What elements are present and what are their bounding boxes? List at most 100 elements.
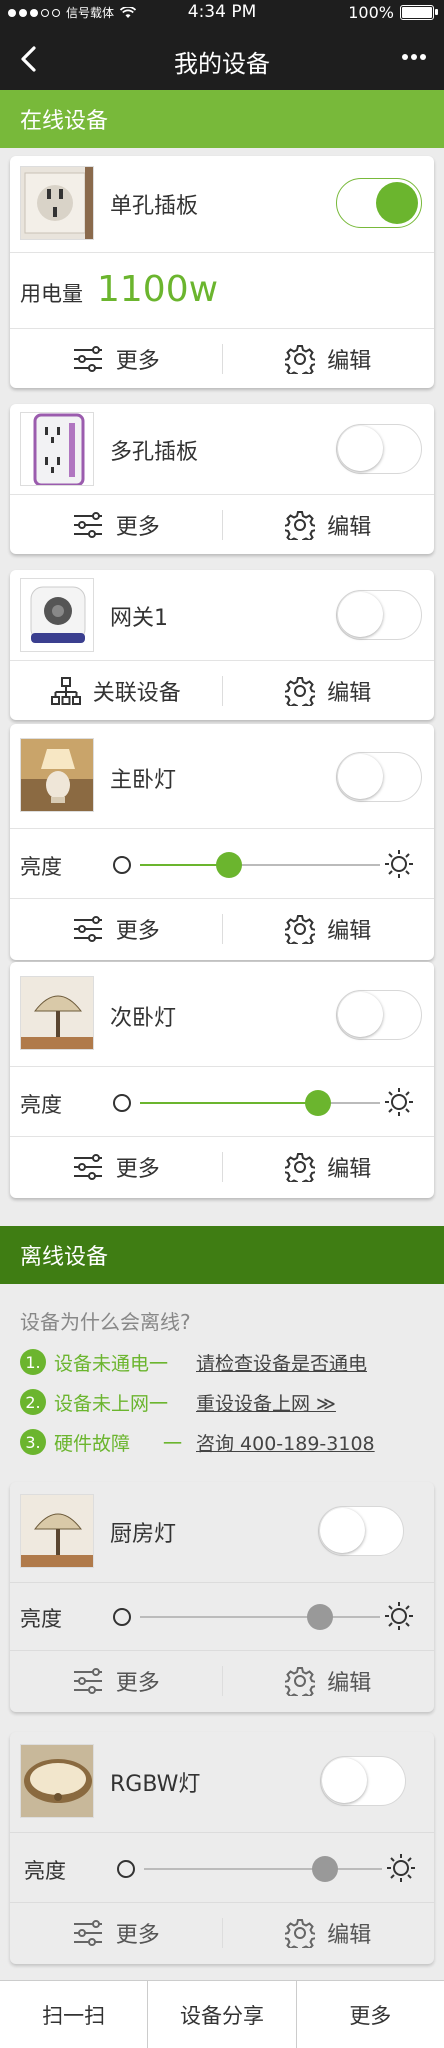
offline-reason-1: 1. 设备未通电一 请检查设备是否通电 [20,1346,367,1378]
edit-button[interactable]: 编辑 [223,1903,435,1963]
offline-reason-text: 设备未上网一 [54,1392,169,1415]
power-toggle[interactable] [318,1506,404,1556]
reason-dash: 一 [162,1432,182,1455]
edit-label: 编辑 [327,1157,372,1182]
more-menu-icon[interactable] [402,54,426,60]
tab-more[interactable]: 更多 [297,1981,444,2048]
contact-support-link[interactable]: 咨询 400-189-3108 [196,1429,375,1456]
check-power-link[interactable]: 请检查设备是否通电 [196,1349,367,1376]
device-card-master-bedroom-lamp: 主卧灯 亮度 更多 编辑 [10,724,434,960]
brightness-high-icon [385,1602,413,1630]
power-toggle[interactable] [336,990,422,1040]
more-label: 更多 [115,349,160,374]
device-card-single-socket: 单孔插板 用电量 1100w 更多 编辑 [10,156,434,388]
offline-help-question: 设备为什么会离线? [20,1310,191,1334]
power-toggle[interactable] [336,178,422,228]
settings-sliders-icon [73,512,102,538]
power-usage: 用电量 1100w [20,269,218,310]
online-section-header: 在线设备 [0,90,444,148]
edit-button[interactable]: 编辑 [223,661,435,720]
brightness-high-icon [385,1088,413,1116]
edit-label: 编辑 [327,1671,372,1696]
device-name: 单孔插板 [110,194,199,219]
more-button[interactable]: 更多 [10,329,222,388]
related-label: 关联设备 [92,681,181,706]
more-label: 更多 [115,919,160,944]
brightness-low-icon [113,856,131,874]
brightness-label: 亮度 [20,855,62,879]
power-toggle[interactable] [336,424,422,474]
brightness-slider[interactable] [144,1856,382,1882]
offline-reason-2: 2. 设备未上网一 重设设备上网 ≫ [20,1386,336,1418]
edit-label: 编辑 [327,919,372,944]
nav-bar: 我的设备 [0,28,444,90]
battery-icon [400,5,438,20]
gear-icon [285,677,316,706]
device-name: 多孔插板 [110,440,199,465]
power-toggle[interactable] [336,752,422,802]
power-toggle[interactable] [320,1756,406,1806]
more-button[interactable]: 更多 [10,899,222,959]
brightness-low-icon [117,1860,135,1878]
settings-sliders-icon [73,1920,102,1946]
multi-socket-thumbnail [20,412,94,486]
usage-value: 1100w [97,269,219,310]
reset-network-link[interactable]: 重设设备上网 ≫ [196,1389,336,1416]
edit-button[interactable]: 编辑 [223,495,435,554]
battery-percent: 100% [348,3,394,22]
brightness-high-icon [385,850,413,878]
settings-sliders-icon [73,1154,102,1180]
brightness-label: 亮度 [20,1093,62,1117]
device-card-multi-socket: 多孔插板 更多 编辑 [10,404,434,554]
device-name: RGBW灯 [110,1772,201,1797]
brightness-slider[interactable] [140,1090,380,1116]
tab-device-share[interactable]: 设备分享 [148,1981,297,2048]
offline-reason-text: 硬件故障 一 [54,1429,196,1456]
gear-icon [285,915,316,944]
bottom-tab-bar: 扫一扫 设备分享 更多 [0,1980,444,2048]
device-name: 网关1 [110,606,168,631]
device-card-second-bedroom-lamp: 次卧灯 亮度 更多 编辑 [10,962,434,1198]
rgbw-lamp-thumbnail [20,1744,94,1818]
brightness-slider[interactable] [140,852,380,878]
status-bar: 信号载体 4:34 PM 100% [0,0,444,28]
offline-reason-3: 3. 硬件故障 一 咨询 400-189-3108 [20,1426,375,1458]
device-card-kitchen-lamp: 厨房灯 亮度 更多 编辑 [10,1482,434,1712]
more-button[interactable]: 更多 [10,1903,222,1963]
settings-sliders-icon [73,916,102,942]
more-label: 更多 [115,515,160,540]
page-title: 我的设备 [174,50,270,78]
gear-icon [285,1919,316,1948]
more-button[interactable]: 更多 [10,1137,222,1197]
settings-sliders-icon [73,346,102,372]
brightness-label: 亮度 [20,1607,62,1631]
brightness-slider[interactable] [140,1604,380,1630]
usage-label: 用电量 [20,282,83,306]
brightness-high-icon [387,1854,415,1882]
offline-reason-text: 设备未通电一 [54,1352,169,1375]
step-number-badge: 3. [20,1429,46,1455]
more-button[interactable]: 更多 [10,495,222,554]
tab-scan[interactable]: 扫一扫 [0,1981,149,2048]
gear-icon [285,345,316,374]
edit-button[interactable]: 编辑 [223,1651,435,1711]
gateway-thumbnail [20,578,94,652]
gear-icon [285,511,316,540]
kitchen-lamp-thumbnail [20,1494,94,1568]
edit-button[interactable]: 编辑 [223,1137,435,1197]
brightness-low-icon [113,1608,131,1626]
single-socket-thumbnail [20,166,94,240]
device-name: 主卧灯 [110,768,177,793]
related-devices-button[interactable]: 关联设备 [10,661,222,720]
edit-button[interactable]: 编辑 [223,329,435,388]
more-label: 更多 [115,1157,160,1182]
second-lamp-thumbnail [20,976,94,1050]
brightness-low-icon [113,1094,131,1112]
power-toggle[interactable] [336,590,422,640]
edit-label: 编辑 [327,515,372,540]
settings-sliders-icon [73,1668,102,1694]
more-button[interactable]: 更多 [10,1651,222,1711]
more-label: 更多 [115,1923,160,1948]
more-label: 更多 [115,1671,160,1696]
edit-button[interactable]: 编辑 [223,899,435,959]
